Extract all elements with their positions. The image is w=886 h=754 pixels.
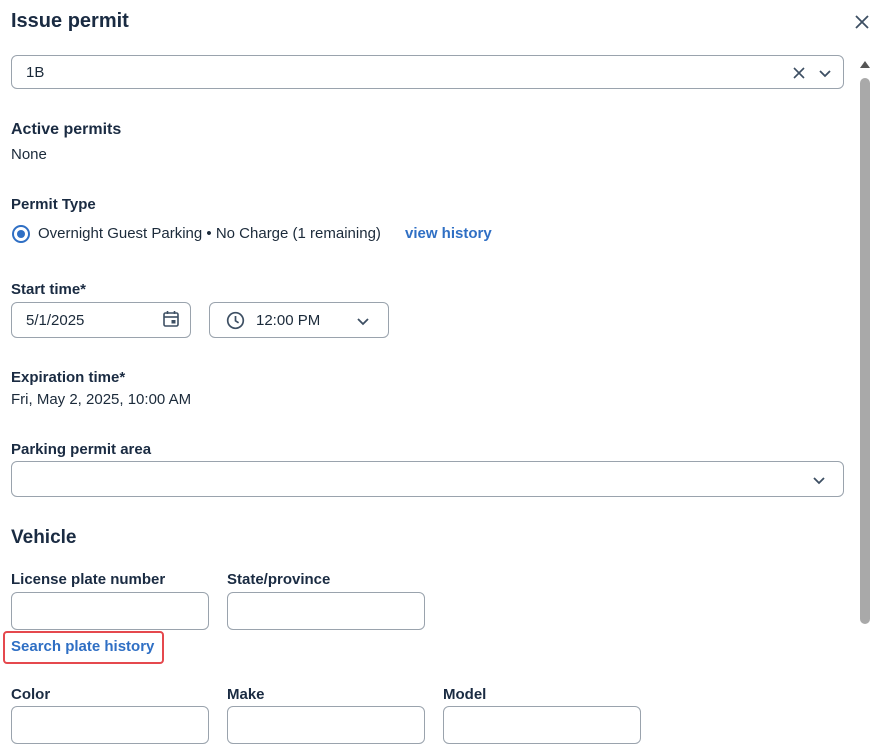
dialog-title: Issue permit (11, 10, 129, 32)
expiration-time-value: Fri, May 2, 2025, 10:00 AM (11, 391, 192, 408)
license-plate-input[interactable] (11, 592, 209, 630)
scrollbar-thumb[interactable] (860, 78, 870, 624)
permit-type-label: Permit Type (11, 196, 96, 213)
clock-icon (226, 311, 245, 330)
active-permits-value: None (11, 146, 47, 163)
color-label: Color (11, 686, 51, 703)
parking-area-label: Parking permit area (11, 441, 152, 458)
unit-select-value: 1B (26, 64, 45, 81)
model-input[interactable] (443, 706, 641, 744)
start-time-value: 12:00 PM (256, 312, 321, 329)
state-province-label: State/province (227, 571, 331, 588)
active-permits-label: Active permits (11, 121, 122, 138)
make-label: Make (227, 686, 265, 703)
expiration-time-label: Expiration time* (11, 369, 126, 386)
color-input[interactable] (11, 706, 209, 744)
permit-type-radio[interactable] (12, 225, 30, 243)
make-input[interactable] (227, 706, 425, 744)
chevron-down-icon[interactable] (818, 66, 832, 80)
scroll-up-arrow-icon[interactable] (859, 59, 871, 69)
start-time-select[interactable]: 12:00 PM (209, 302, 389, 338)
clear-icon[interactable] (792, 66, 806, 80)
chevron-down-icon[interactable] (356, 314, 370, 328)
close-icon[interactable] (854, 14, 870, 30)
vehicle-heading: Vehicle (11, 527, 77, 548)
state-province-input[interactable] (227, 592, 425, 630)
chevron-down-icon[interactable] (812, 473, 826, 487)
permit-type-option[interactable]: Overnight Guest Parking • No Charge (1 r… (38, 225, 381, 242)
start-date-field[interactable]: 5/1/2025 (11, 302, 191, 338)
parking-area-select[interactable] (11, 461, 844, 497)
calendar-icon[interactable] (162, 310, 180, 328)
license-plate-label: License plate number (11, 571, 166, 588)
start-time-label: Start time* (11, 281, 87, 298)
view-history-link[interactable]: view history (405, 225, 492, 242)
search-plate-history-link[interactable]: Search plate history (11, 638, 154, 655)
model-label: Model (443, 686, 487, 703)
unit-select[interactable]: 1B (11, 55, 844, 89)
start-date-value: 5/1/2025 (26, 312, 85, 329)
